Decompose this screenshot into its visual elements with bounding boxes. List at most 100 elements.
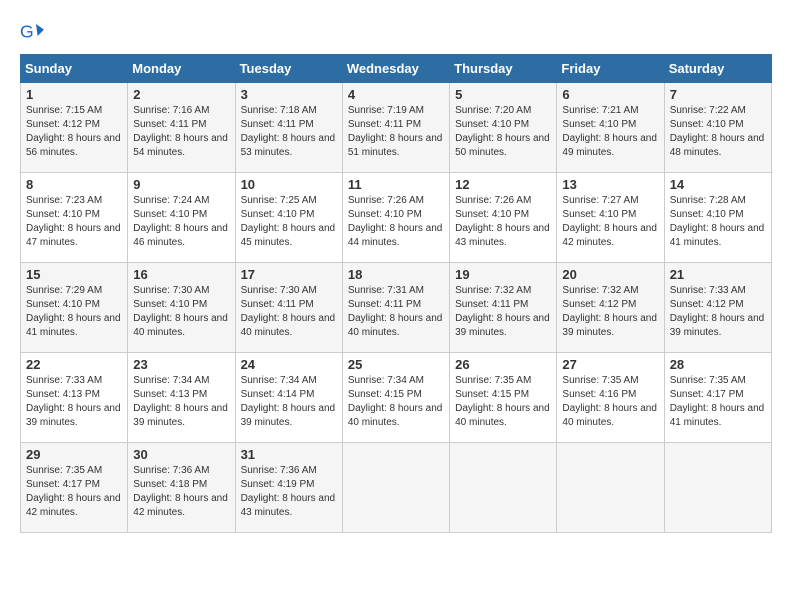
calendar-cell: 3 Sunrise: 7:18 AMSunset: 4:11 PMDayligh… bbox=[235, 83, 342, 173]
calendar-week-row: 15 Sunrise: 7:29 AMSunset: 4:10 PMDaylig… bbox=[21, 263, 772, 353]
day-number: 11 bbox=[348, 177, 444, 192]
calendar-cell: 22 Sunrise: 7:33 AMSunset: 4:13 PMDaylig… bbox=[21, 353, 128, 443]
day-number: 16 bbox=[133, 267, 229, 282]
cell-content: Sunrise: 7:35 AMSunset: 4:17 PMDaylight:… bbox=[670, 375, 765, 428]
calendar-cell: 6 Sunrise: 7:21 AMSunset: 4:10 PMDayligh… bbox=[557, 83, 664, 173]
day-number: 12 bbox=[455, 177, 551, 192]
day-number: 23 bbox=[133, 357, 229, 372]
cell-content: Sunrise: 7:35 AMSunset: 4:17 PMDaylight:… bbox=[26, 465, 121, 518]
calendar-cell bbox=[342, 443, 449, 533]
day-number: 24 bbox=[241, 357, 337, 372]
calendar-cell: 12 Sunrise: 7:26 AMSunset: 4:10 PMDaylig… bbox=[450, 173, 557, 263]
calendar-cell: 7 Sunrise: 7:22 AMSunset: 4:10 PMDayligh… bbox=[664, 83, 771, 173]
calendar-cell: 26 Sunrise: 7:35 AMSunset: 4:15 PMDaylig… bbox=[450, 353, 557, 443]
day-number: 7 bbox=[670, 87, 766, 102]
logo[interactable]: G bbox=[20, 20, 48, 44]
day-number: 30 bbox=[133, 447, 229, 462]
cell-content: Sunrise: 7:15 AMSunset: 4:12 PMDaylight:… bbox=[26, 105, 121, 158]
day-number: 6 bbox=[562, 87, 658, 102]
calendar-cell: 31 Sunrise: 7:36 AMSunset: 4:19 PMDaylig… bbox=[235, 443, 342, 533]
day-number: 14 bbox=[670, 177, 766, 192]
calendar-week-row: 29 Sunrise: 7:35 AMSunset: 4:17 PMDaylig… bbox=[21, 443, 772, 533]
cell-content: Sunrise: 7:20 AMSunset: 4:10 PMDaylight:… bbox=[455, 105, 550, 158]
calendar-cell: 24 Sunrise: 7:34 AMSunset: 4:14 PMDaylig… bbox=[235, 353, 342, 443]
cell-content: Sunrise: 7:34 AMSunset: 4:13 PMDaylight:… bbox=[133, 375, 228, 428]
calendar-cell: 11 Sunrise: 7:26 AMSunset: 4:10 PMDaylig… bbox=[342, 173, 449, 263]
day-number: 1 bbox=[26, 87, 122, 102]
calendar-cell: 28 Sunrise: 7:35 AMSunset: 4:17 PMDaylig… bbox=[664, 353, 771, 443]
cell-content: Sunrise: 7:18 AMSunset: 4:11 PMDaylight:… bbox=[241, 105, 336, 158]
cell-content: Sunrise: 7:21 AMSunset: 4:10 PMDaylight:… bbox=[562, 105, 657, 158]
day-number: 28 bbox=[670, 357, 766, 372]
day-number: 10 bbox=[241, 177, 337, 192]
cell-content: Sunrise: 7:31 AMSunset: 4:11 PMDaylight:… bbox=[348, 285, 443, 338]
cell-content: Sunrise: 7:27 AMSunset: 4:10 PMDaylight:… bbox=[562, 195, 657, 248]
calendar-cell bbox=[450, 443, 557, 533]
calendar-cell: 10 Sunrise: 7:25 AMSunset: 4:10 PMDaylig… bbox=[235, 173, 342, 263]
cell-content: Sunrise: 7:30 AMSunset: 4:11 PMDaylight:… bbox=[241, 285, 336, 338]
cell-content: Sunrise: 7:29 AMSunset: 4:10 PMDaylight:… bbox=[26, 285, 121, 338]
header-thursday: Thursday bbox=[450, 55, 557, 83]
day-number: 20 bbox=[562, 267, 658, 282]
day-number: 22 bbox=[26, 357, 122, 372]
calendar-cell: 20 Sunrise: 7:32 AMSunset: 4:12 PMDaylig… bbox=[557, 263, 664, 353]
calendar-table: SundayMondayTuesdayWednesdayThursdayFrid… bbox=[20, 54, 772, 533]
day-number: 29 bbox=[26, 447, 122, 462]
day-number: 3 bbox=[241, 87, 337, 102]
cell-content: Sunrise: 7:24 AMSunset: 4:10 PMDaylight:… bbox=[133, 195, 228, 248]
day-number: 9 bbox=[133, 177, 229, 192]
cell-content: Sunrise: 7:28 AMSunset: 4:10 PMDaylight:… bbox=[670, 195, 765, 248]
day-number: 4 bbox=[348, 87, 444, 102]
calendar-cell: 17 Sunrise: 7:30 AMSunset: 4:11 PMDaylig… bbox=[235, 263, 342, 353]
cell-content: Sunrise: 7:32 AMSunset: 4:11 PMDaylight:… bbox=[455, 285, 550, 338]
day-number: 31 bbox=[241, 447, 337, 462]
day-number: 19 bbox=[455, 267, 551, 282]
cell-content: Sunrise: 7:33 AMSunset: 4:13 PMDaylight:… bbox=[26, 375, 121, 428]
page-header: G bbox=[20, 20, 772, 44]
header-tuesday: Tuesday bbox=[235, 55, 342, 83]
day-number: 2 bbox=[133, 87, 229, 102]
day-number: 17 bbox=[241, 267, 337, 282]
cell-content: Sunrise: 7:32 AMSunset: 4:12 PMDaylight:… bbox=[562, 285, 657, 338]
day-number: 15 bbox=[26, 267, 122, 282]
calendar-cell: 4 Sunrise: 7:19 AMSunset: 4:11 PMDayligh… bbox=[342, 83, 449, 173]
day-number: 25 bbox=[348, 357, 444, 372]
calendar-cell: 8 Sunrise: 7:23 AMSunset: 4:10 PMDayligh… bbox=[21, 173, 128, 263]
cell-content: Sunrise: 7:26 AMSunset: 4:10 PMDaylight:… bbox=[348, 195, 443, 248]
calendar-cell: 30 Sunrise: 7:36 AMSunset: 4:18 PMDaylig… bbox=[128, 443, 235, 533]
calendar-cell: 1 Sunrise: 7:15 AMSunset: 4:12 PMDayligh… bbox=[21, 83, 128, 173]
cell-content: Sunrise: 7:16 AMSunset: 4:11 PMDaylight:… bbox=[133, 105, 228, 158]
header-friday: Friday bbox=[557, 55, 664, 83]
svg-text:G: G bbox=[20, 22, 34, 42]
cell-content: Sunrise: 7:34 AMSunset: 4:14 PMDaylight:… bbox=[241, 375, 336, 428]
calendar-cell: 5 Sunrise: 7:20 AMSunset: 4:10 PMDayligh… bbox=[450, 83, 557, 173]
calendar-header-row: SundayMondayTuesdayWednesdayThursdayFrid… bbox=[21, 55, 772, 83]
cell-content: Sunrise: 7:26 AMSunset: 4:10 PMDaylight:… bbox=[455, 195, 550, 248]
cell-content: Sunrise: 7:35 AMSunset: 4:15 PMDaylight:… bbox=[455, 375, 550, 428]
calendar-cell bbox=[557, 443, 664, 533]
calendar-week-row: 8 Sunrise: 7:23 AMSunset: 4:10 PMDayligh… bbox=[21, 173, 772, 263]
cell-content: Sunrise: 7:23 AMSunset: 4:10 PMDaylight:… bbox=[26, 195, 121, 248]
calendar-cell: 14 Sunrise: 7:28 AMSunset: 4:10 PMDaylig… bbox=[664, 173, 771, 263]
day-number: 5 bbox=[455, 87, 551, 102]
calendar-cell: 15 Sunrise: 7:29 AMSunset: 4:10 PMDaylig… bbox=[21, 263, 128, 353]
cell-content: Sunrise: 7:25 AMSunset: 4:10 PMDaylight:… bbox=[241, 195, 336, 248]
day-number: 26 bbox=[455, 357, 551, 372]
calendar-cell: 19 Sunrise: 7:32 AMSunset: 4:11 PMDaylig… bbox=[450, 263, 557, 353]
day-number: 13 bbox=[562, 177, 658, 192]
day-number: 21 bbox=[670, 267, 766, 282]
calendar-cell: 9 Sunrise: 7:24 AMSunset: 4:10 PMDayligh… bbox=[128, 173, 235, 263]
cell-content: Sunrise: 7:36 AMSunset: 4:18 PMDaylight:… bbox=[133, 465, 228, 518]
calendar-cell: 27 Sunrise: 7:35 AMSunset: 4:16 PMDaylig… bbox=[557, 353, 664, 443]
calendar-cell: 29 Sunrise: 7:35 AMSunset: 4:17 PMDaylig… bbox=[21, 443, 128, 533]
calendar-cell: 23 Sunrise: 7:34 AMSunset: 4:13 PMDaylig… bbox=[128, 353, 235, 443]
calendar-body: 1 Sunrise: 7:15 AMSunset: 4:12 PMDayligh… bbox=[21, 83, 772, 533]
header-saturday: Saturday bbox=[664, 55, 771, 83]
header-sunday: Sunday bbox=[21, 55, 128, 83]
calendar-cell: 13 Sunrise: 7:27 AMSunset: 4:10 PMDaylig… bbox=[557, 173, 664, 263]
logo-icon: G bbox=[20, 20, 44, 44]
calendar-week-row: 22 Sunrise: 7:33 AMSunset: 4:13 PMDaylig… bbox=[21, 353, 772, 443]
header-wednesday: Wednesday bbox=[342, 55, 449, 83]
cell-content: Sunrise: 7:19 AMSunset: 4:11 PMDaylight:… bbox=[348, 105, 443, 158]
calendar-cell: 18 Sunrise: 7:31 AMSunset: 4:11 PMDaylig… bbox=[342, 263, 449, 353]
